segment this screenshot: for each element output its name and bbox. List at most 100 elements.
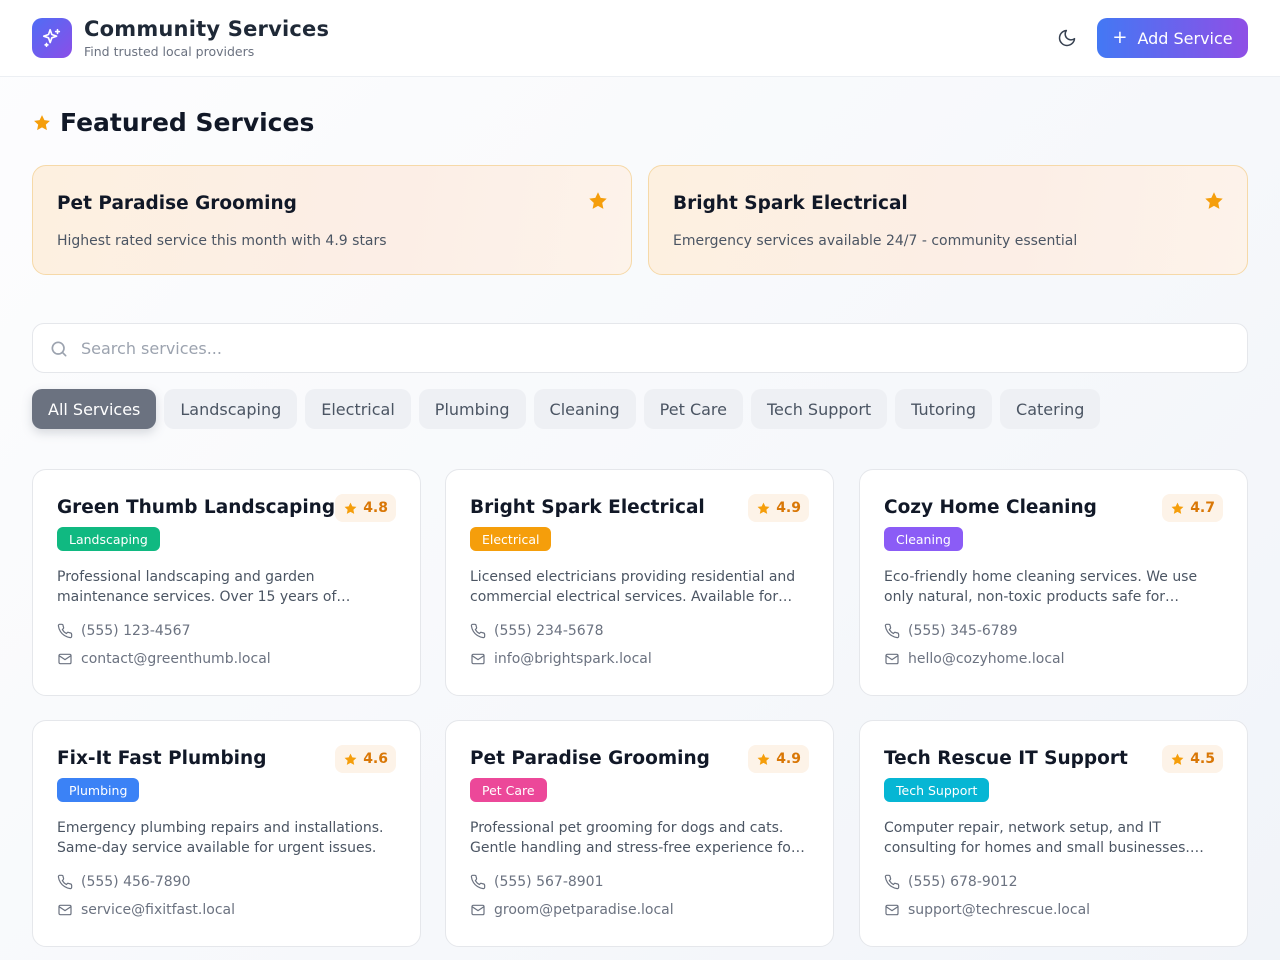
star-icon — [34, 114, 50, 130]
rating-badge: 4.7 — [1162, 494, 1223, 522]
rating-value: 4.9 — [776, 500, 801, 516]
phone-icon — [884, 623, 900, 639]
phone-number: (555) 678-9012 — [908, 874, 1018, 890]
app-subtitle: Find trusted local providers — [84, 44, 255, 59]
mail-icon — [471, 904, 485, 916]
phone-icon — [884, 874, 900, 890]
phone-contact[interactable]: (555) 678-9012 — [884, 874, 1018, 890]
rating-badge: 4.8 — [335, 494, 396, 522]
email-contact[interactable]: support@techrescue.local — [884, 902, 1090, 918]
star-icon — [589, 192, 607, 209]
service-card[interactable]: Pet Paradise Grooming 4.9 Pet Care Profe… — [445, 720, 834, 947]
email-contact[interactable]: hello@cozyhome.local — [884, 651, 1065, 667]
phone-contact[interactable]: (555) 456-7890 — [57, 874, 191, 890]
theme-toggle-button[interactable] — [1054, 25, 1080, 51]
email-contact[interactable]: service@fixitfast.local — [57, 902, 235, 918]
email-address: support@techrescue.local — [908, 902, 1091, 918]
star-icon — [757, 502, 770, 514]
rating-value: 4.5 — [1190, 751, 1215, 767]
category-filters: All Services Landscaping Electrical Plum… — [32, 389, 1101, 429]
service-description: Emergency plumbing repairs and installat… — [57, 820, 384, 856]
service-card[interactable]: Green Thumb Landscaping 4.8 Landscaping … — [32, 469, 421, 696]
rating-value: 4.9 — [776, 751, 801, 767]
add-service-label: Add Service — [1137, 28, 1233, 48]
featured-card[interactable]: Pet Paradise Grooming Highest rated serv… — [32, 165, 632, 275]
email-contact[interactable]: contact@greenthumb.local — [57, 651, 271, 667]
category-badge: Plumbing — [57, 778, 140, 802]
filter-chip-tech-support[interactable]: Tech Support — [751, 389, 888, 429]
sparkles-icon — [32, 18, 72, 58]
service-description: Computer repair, network setup, and IT c… — [884, 820, 1190, 856]
star-icon — [344, 753, 357, 765]
email-address: hello@cozyhome.local — [908, 651, 1065, 667]
phone-icon — [57, 623, 73, 639]
service-name: Green Thumb Landscaping — [57, 497, 336, 518]
phone-icon — [470, 623, 486, 639]
category-badge: Electrical — [470, 527, 552, 551]
filter-chip-all-services[interactable]: All Services — [32, 389, 157, 429]
filter-chip-landscaping[interactable]: Landscaping — [164, 389, 298, 429]
service-description: Professional pet grooming for dogs and c… — [470, 820, 797, 856]
phone-number: (555) 456-7890 — [81, 874, 191, 890]
filter-chip-catering[interactable]: Catering — [1000, 389, 1101, 429]
service-card[interactable]: Bright Spark Electrical 4.9 Electrical L… — [445, 469, 834, 696]
service-name: Tech Rescue IT Support — [884, 748, 1128, 769]
category-badge: Pet Care — [470, 778, 547, 802]
app-header: Community Services Find trusted local pr… — [0, 0, 1280, 77]
email-contact[interactable]: groom@petparadise.local — [470, 902, 674, 918]
phone-number: (555) 345-6789 — [908, 623, 1018, 639]
filter-chip-tutoring[interactable]: Tutoring — [895, 389, 993, 429]
featured-card[interactable]: Bright Spark Electrical Emergency servic… — [648, 165, 1248, 275]
star-icon — [1171, 502, 1184, 514]
category-badge: Landscaping — [57, 527, 160, 551]
service-card[interactable]: Tech Rescue IT Support 4.5 Tech Support … — [859, 720, 1248, 947]
mail-icon — [885, 653, 899, 665]
featured-title: Featured Services — [60, 108, 315, 137]
rating-badge: 4.9 — [748, 494, 809, 522]
email-address: groom@petparadise.local — [494, 902, 674, 918]
category-badge: Tech Support — [884, 778, 990, 802]
moon-icon — [1058, 29, 1076, 47]
service-name: Cozy Home Cleaning — [884, 497, 1097, 518]
app-title: Community Services — [84, 17, 330, 41]
star-icon — [757, 753, 770, 765]
mail-icon — [58, 653, 72, 665]
plus-icon: + — [1112, 27, 1128, 48]
phone-contact[interactable]: (555) 234-5678 — [470, 623, 604, 639]
phone-icon — [57, 874, 73, 890]
email-address: contact@greenthumb.local — [81, 651, 271, 667]
phone-number: (555) 567-8901 — [494, 874, 604, 890]
email-address: service@fixitfast.local — [81, 902, 235, 918]
service-card[interactable]: Fix-It Fast Plumbing 4.6 Plumbing Emerge… — [32, 720, 421, 947]
service-description: Professional landscaping and garden main… — [57, 569, 337, 605]
search-bar — [32, 323, 1248, 373]
rating-badge: 4.5 — [1162, 745, 1223, 773]
filter-chip-electrical[interactable]: Electrical — [305, 389, 411, 429]
mail-icon — [471, 653, 485, 665]
phone-icon — [470, 874, 486, 890]
add-service-button[interactable]: + Add Service — [1097, 18, 1248, 58]
star-icon — [1205, 192, 1223, 209]
phone-number: (555) 234-5678 — [494, 623, 604, 639]
phone-contact[interactable]: (555) 567-8901 — [470, 874, 604, 890]
service-card[interactable]: Cozy Home Cleaning 4.7 Cleaning Eco-frie… — [859, 469, 1248, 696]
phone-contact[interactable]: (555) 345-6789 — [884, 623, 1018, 639]
service-description: Eco-friendly home cleaning services. We … — [884, 569, 1198, 605]
mail-icon — [885, 904, 899, 916]
star-icon — [344, 502, 357, 514]
service-name: Bright Spark Electrical — [470, 497, 705, 518]
rating-value: 4.6 — [363, 751, 388, 767]
search-input[interactable] — [81, 332, 1231, 364]
phone-contact[interactable]: (555) 123-4567 — [57, 623, 191, 639]
rating-badge: 4.9 — [748, 745, 809, 773]
phone-number: (555) 123-4567 — [81, 623, 191, 639]
rating-badge: 4.6 — [335, 745, 396, 773]
rating-value: 4.7 — [1190, 500, 1215, 516]
filter-chip-plumbing[interactable]: Plumbing — [418, 389, 526, 429]
filter-chip-cleaning[interactable]: Cleaning — [533, 389, 636, 429]
service-name: Pet Paradise Grooming — [470, 748, 710, 769]
featured-card-name: Bright Spark Electrical — [673, 193, 908, 214]
featured-heading: Featured Services — [32, 108, 314, 137]
filter-chip-pet-care[interactable]: Pet Care — [643, 389, 743, 429]
email-contact[interactable]: info@brightspark.local — [470, 651, 652, 667]
